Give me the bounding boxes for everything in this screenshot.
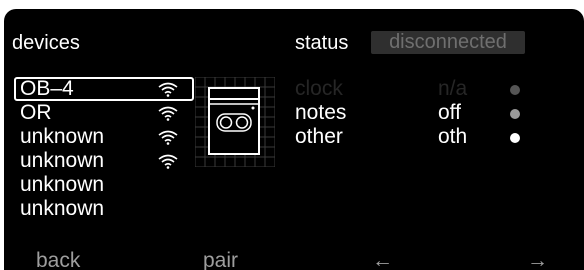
wifi-signal-icon	[158, 130, 178, 145]
device-item[interactable]: unknown	[14, 197, 194, 221]
devices-header: devices	[12, 32, 80, 54]
device-item[interactable]: unknown	[14, 173, 194, 197]
device-item[interactable]: unknown	[14, 125, 194, 149]
status-dot	[510, 85, 520, 95]
device-screen: devices OB–4 OR unknown unknown unknown …	[4, 9, 584, 270]
device-name: unknown	[20, 173, 105, 196]
device-name: unknown	[20, 125, 105, 148]
back-button[interactable]: back	[36, 249, 80, 270]
device-name: unknown	[20, 149, 105, 172]
status-dot	[510, 133, 520, 143]
status-header: status	[295, 32, 349, 54]
status-badge: disconnected	[371, 31, 525, 54]
status-row-notes: notes off	[295, 101, 535, 125]
status-name: notes	[295, 101, 347, 124]
status-dot	[510, 109, 520, 119]
device-name: unknown	[20, 197, 105, 220]
device-list: OB–4 OR unknown unknown unknown unknown	[14, 77, 194, 221]
device-item[interactable]: OR	[14, 101, 194, 125]
next-arrow-button[interactable]: →	[527, 249, 548, 270]
status-row-clock: clock n/a	[295, 77, 535, 101]
status-value: off	[438, 101, 461, 124]
op1-device-icon	[195, 77, 275, 167]
status-row-other: other oth	[295, 125, 535, 149]
device-name: OR	[20, 101, 52, 124]
status-value: oth	[438, 125, 468, 148]
wifi-signal-icon	[158, 82, 178, 97]
device-item[interactable]: OB–4	[14, 77, 194, 101]
wifi-signal-icon	[158, 154, 178, 169]
wifi-signal-icon	[158, 106, 178, 121]
status-value: n/a	[438, 77, 468, 100]
status-name: clock	[295, 77, 343, 100]
device-item[interactable]: unknown	[14, 149, 194, 173]
prev-arrow-button[interactable]: ←	[372, 249, 393, 270]
status-name: other	[295, 125, 343, 148]
device-name: OB–4	[20, 77, 74, 100]
pair-button[interactable]: pair	[203, 249, 238, 270]
